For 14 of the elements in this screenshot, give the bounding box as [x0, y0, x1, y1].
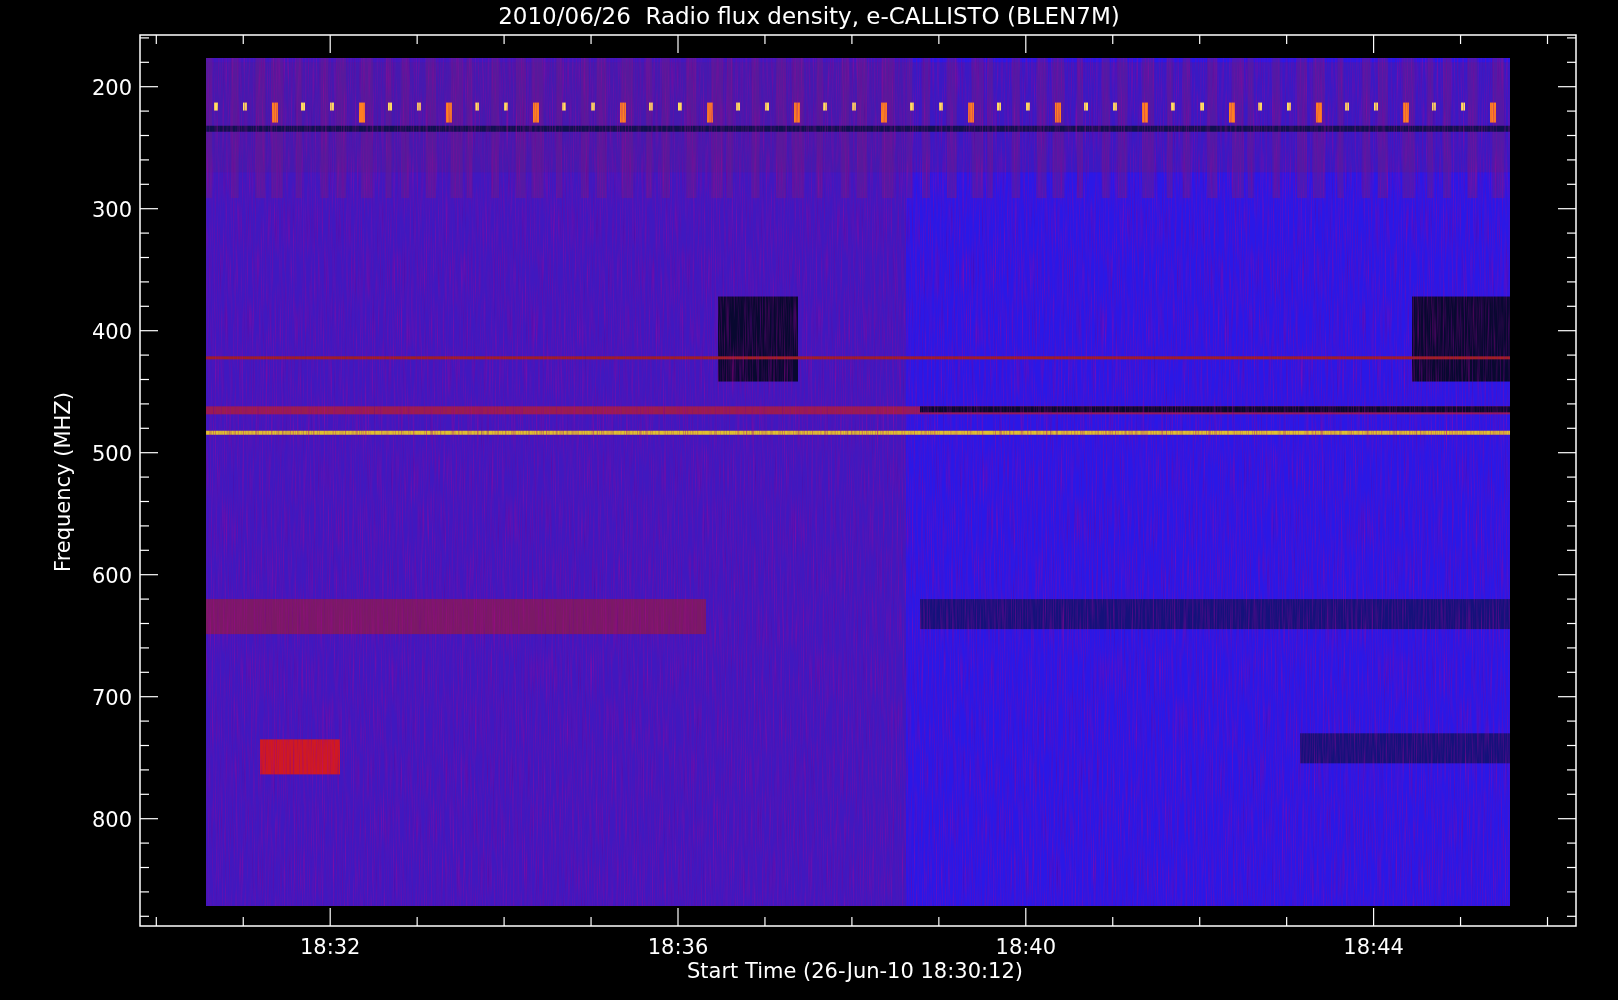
x-tick-label: 18:32: [299, 935, 361, 959]
x-tick-label: 18:44: [1343, 935, 1404, 959]
y-axis-title: Frequency (MHZ): [51, 392, 75, 572]
y-tick-label: 500: [91, 441, 132, 466]
chart-title: 2010/06/26 Radio flux density, e-CALLISTO (BLEN7M): [498, 3, 1120, 29]
y-tick-label: 700: [91, 685, 132, 710]
y-tick-label: 800: [91, 807, 132, 832]
y-tick-label: 400: [91, 319, 132, 344]
y-tick-label: 200: [91, 75, 132, 100]
x-tick-label: 18:36: [647, 935, 709, 959]
y-tick-label: 600: [91, 563, 132, 588]
x-tick-label: 18:40: [995, 935, 1057, 959]
y-tick-label: 300: [91, 197, 132, 222]
x-axis-title: Start Time (26-Jun-10 18:30:12): [687, 959, 1023, 983]
